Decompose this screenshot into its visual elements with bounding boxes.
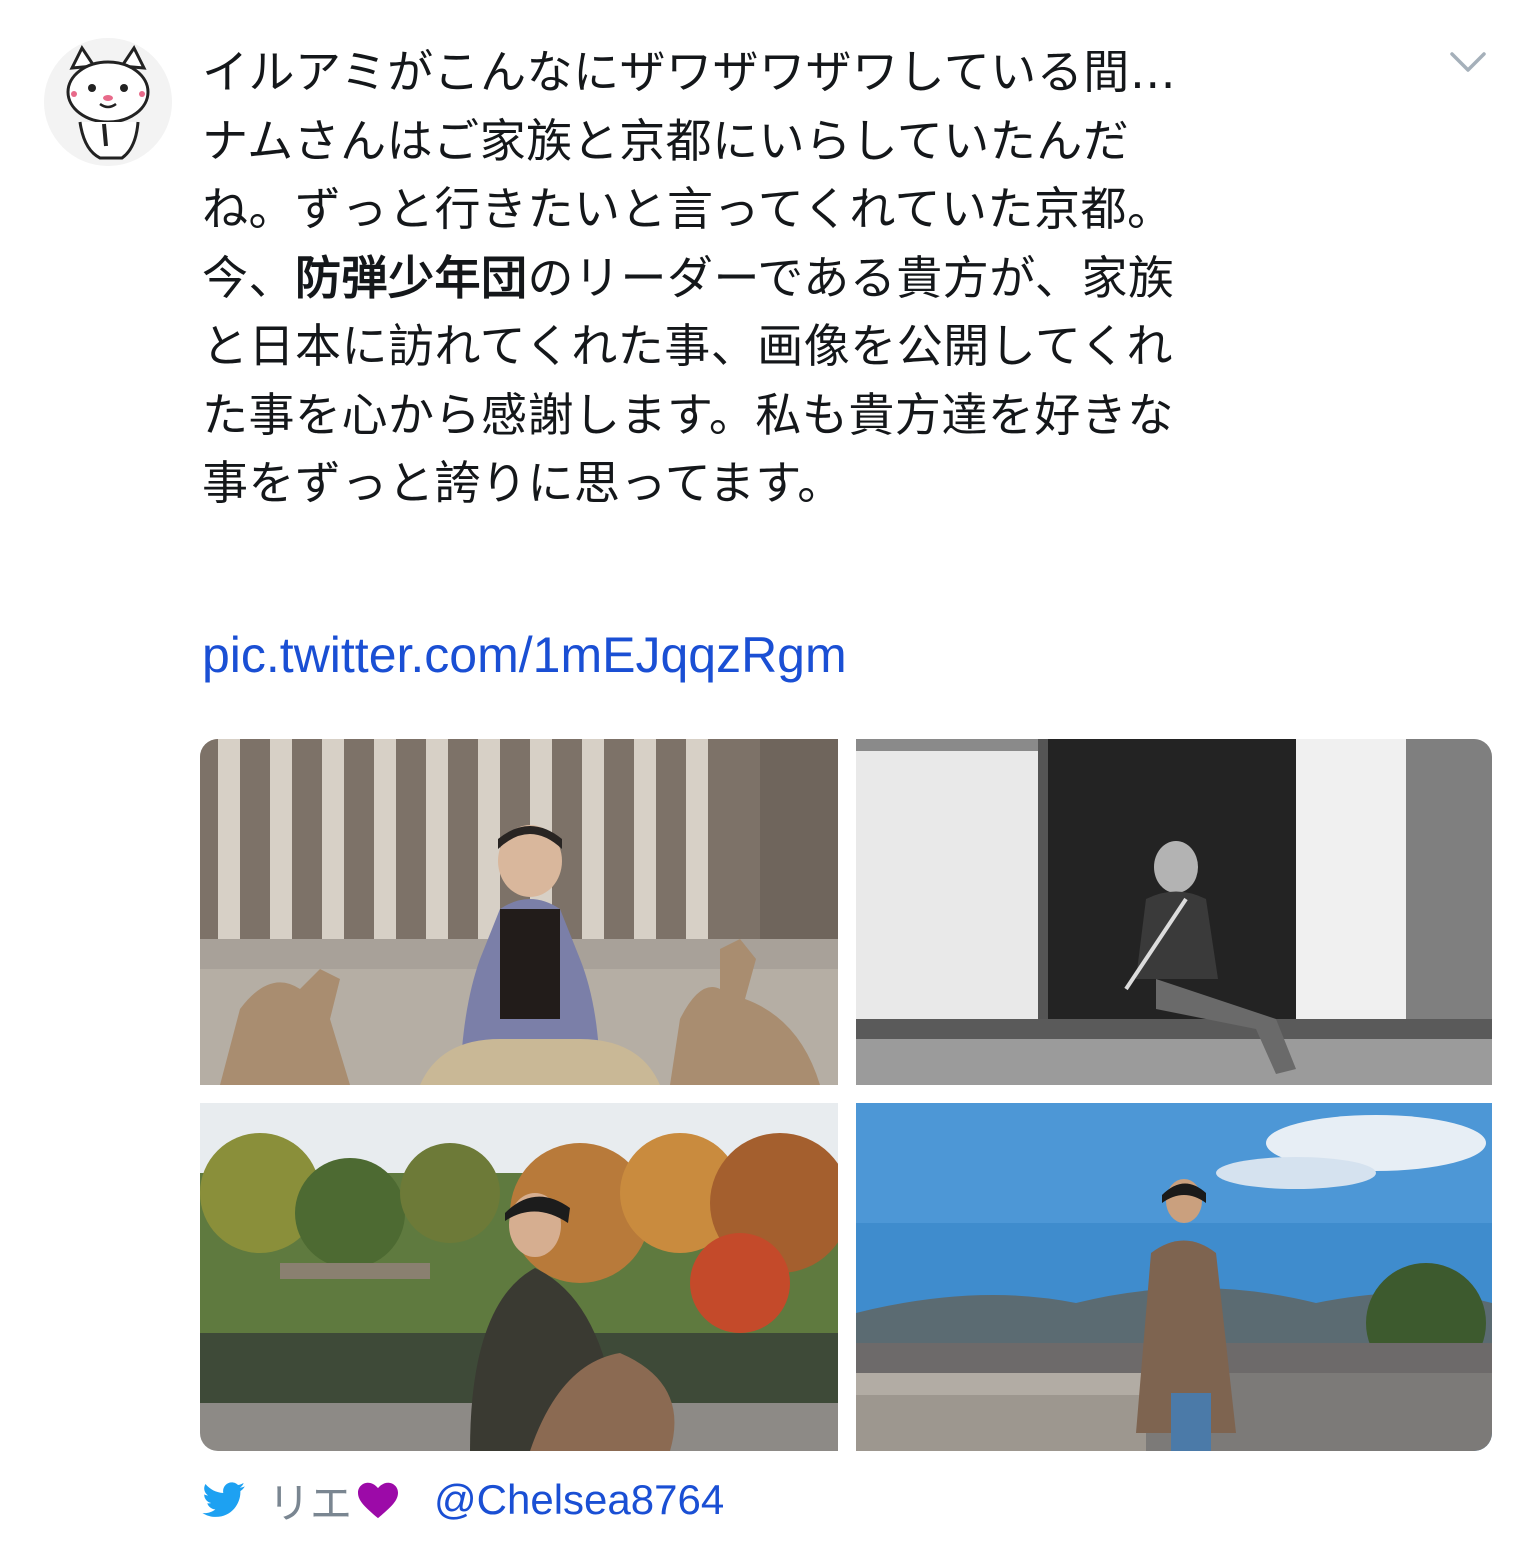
tweet-text-line: ナムさんはご家族と京都にいらしていたんだ — [202, 113, 1130, 168]
photo-bridge-image — [856, 1103, 1492, 1451]
cat-avatar-icon — [44, 38, 172, 166]
tweet-text-segment: 今、 — [202, 250, 295, 305]
tweet-text-line: た事を心から感謝します。私も貴方達を好きな — [202, 387, 1174, 442]
tweet-text: イルアミがこんなにザワザワザワしている間… ナムさんはご家族と京都にいらしていた… — [202, 38, 1412, 518]
media-grid — [200, 739, 1492, 1451]
tweet-text-segment: のリーダーである貴方が、家族 — [527, 250, 1175, 305]
tweet-options-button[interactable] — [1444, 42, 1492, 82]
tweet-text-line: ね。ずっと行きたいと言ってくれていた京都。 — [202, 182, 1174, 236]
author-display-name[interactable]: リエ — [268, 1470, 352, 1531]
tweet-text-line: イルアミがこんなにザワザワザワしている間… — [202, 45, 1177, 99]
chevron-down-icon — [1450, 52, 1486, 72]
pic-link[interactable]: pic.twitter.com/1mEJqqzRgm — [202, 622, 847, 688]
twitter-bird-icon — [202, 1482, 246, 1518]
photo-autumn-garden[interactable] — [200, 1103, 838, 1451]
photo-doorway-image — [856, 739, 1492, 1085]
photo-doorway[interactable] — [856, 739, 1492, 1085]
bold-keyword: 防弾少年団 — [295, 250, 528, 305]
photo-bridge[interactable] — [856, 1103, 1492, 1451]
tweet-footer: リエ @Chelsea8764 — [202, 1470, 724, 1530]
photo-deer-temple-image — [200, 739, 838, 1085]
tweet-text-line: 事をずっと誇りに思ってます。 — [202, 456, 844, 510]
avatar[interactable] — [44, 38, 172, 166]
tweet-text-line: 今、防弾少年団のリーダーである貴方が、家族 — [202, 244, 1412, 313]
photo-autumn-garden-image — [200, 1103, 838, 1451]
photo-deer-temple[interactable] — [200, 739, 838, 1085]
author-handle[interactable]: @Chelsea8764 — [434, 1476, 724, 1524]
tweet-text-line: と日本に訪れてくれた事、画像を公開してくれ — [202, 319, 1173, 373]
purple-heart-icon — [356, 1480, 400, 1520]
